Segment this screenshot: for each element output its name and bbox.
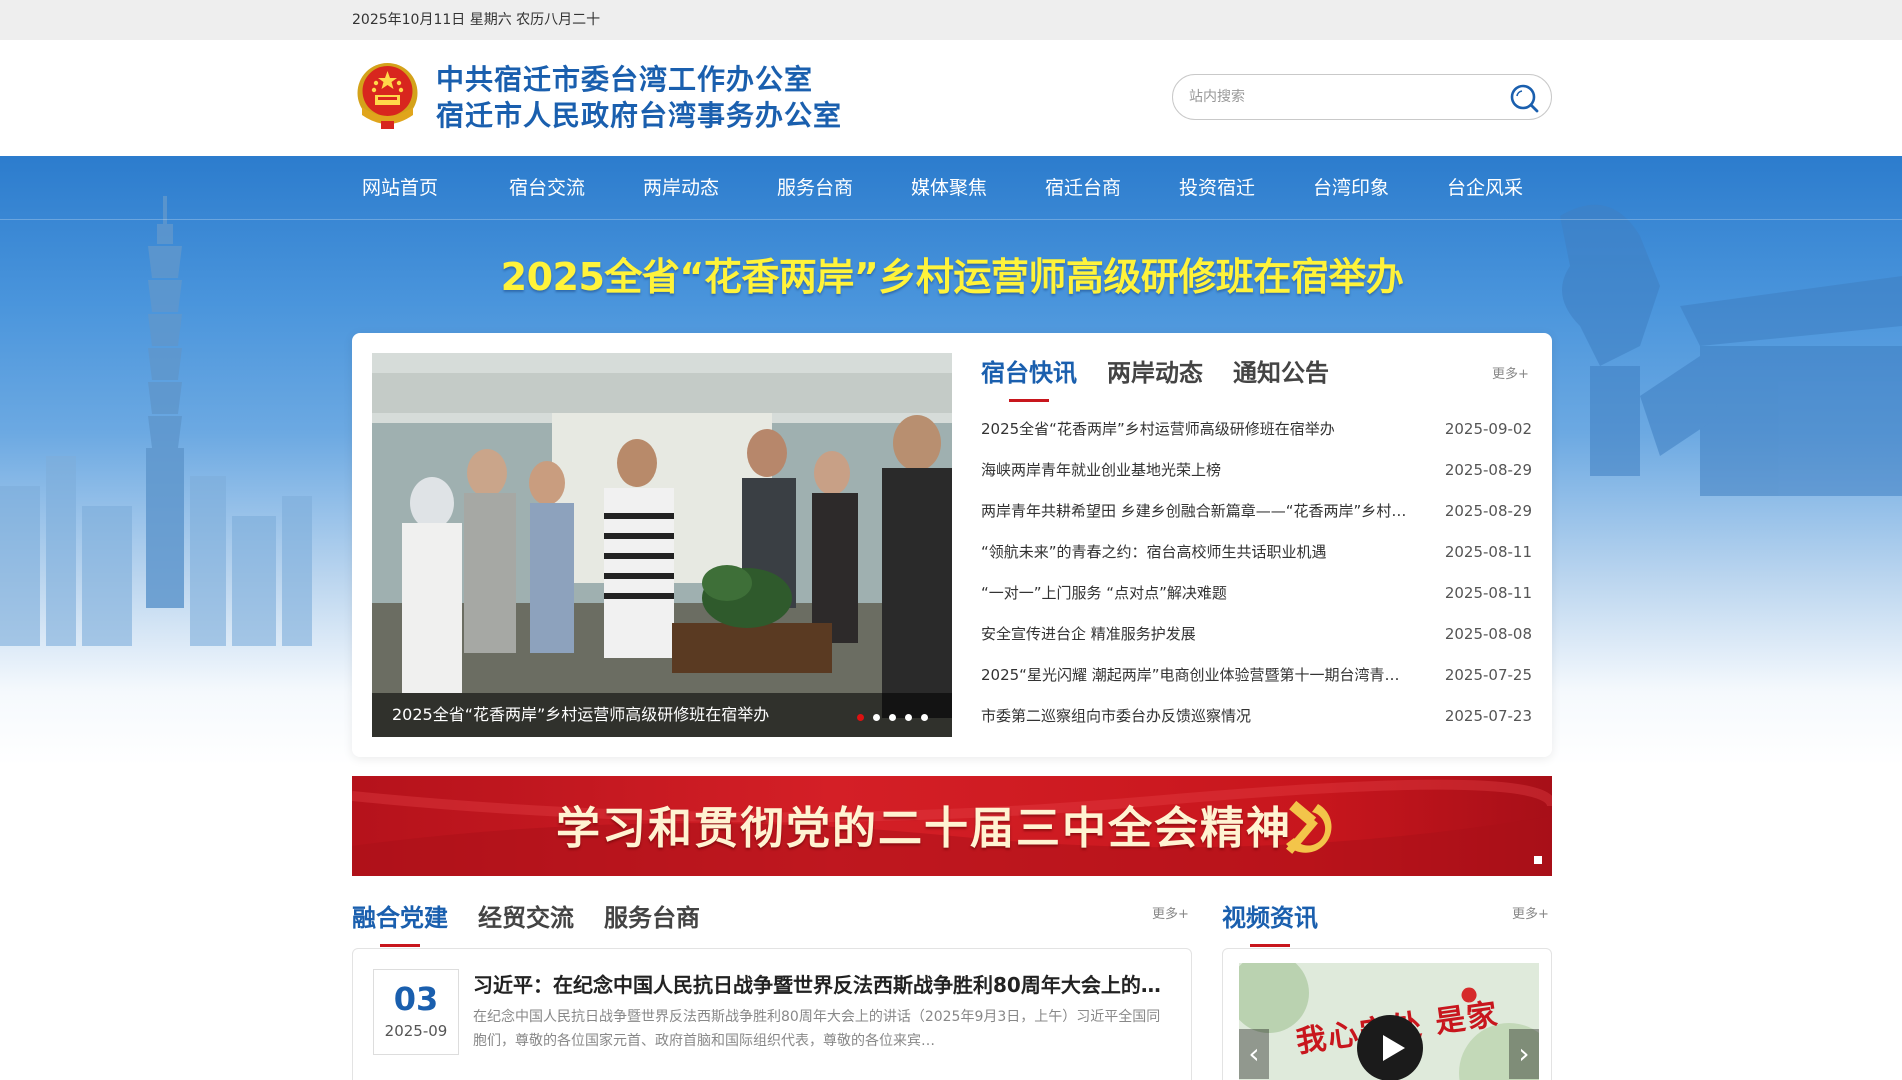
article-year-month: 2025-09 <box>384 1022 448 1040</box>
nav-taiwan-impression[interactable]: 台湾印象 <box>1313 156 1389 220</box>
party-building-tabs: 融合党建 经贸交流 服务台商 <box>352 898 700 947</box>
news-panel: 2025全省“花香两岸”乡村运营师高级研修班在宿举办 宿台快讯 两岸动态 通知公… <box>352 333 1552 757</box>
news-title[interactable]: 2025“星光闪耀 潮起两岸”电商创业体验营暨第十一期台湾青… <box>981 655 1431 696</box>
site-title[interactable]: 中共宿迁市委台湾工作办公室 宿迁市人民政府台湾事务办公室 <box>436 62 842 134</box>
news-title[interactable]: 两岸青年共耕希望田 乡建乡创融合新篇章——“花香两岸”乡村… <box>981 491 1431 532</box>
list-item[interactable]: 市委第二巡察组向市委台办反馈巡察情况 2025-07-23 <box>981 696 1532 737</box>
news-date: 2025-07-25 <box>1444 666 1532 684</box>
news-title[interactable]: 2025全省“花香两岸”乡村运营师高级研修班在宿举办 <box>981 409 1431 450</box>
tab-sutai-news[interactable]: 宿台快讯 <box>981 353 1077 402</box>
list-item[interactable]: 两岸青年共耕希望田 乡建乡创融合新篇章——“花香两岸”乡村… 2025-08-29 <box>981 491 1532 532</box>
video-thumbnail[interactable]: 我心安处 是家 <box>1239 963 1539 1080</box>
tab-party-building[interactable]: 融合党建 <box>352 898 448 947</box>
news-title[interactable]: “领航未来”的青春之约：宿台高校师生共话职业机遇 <box>981 532 1431 573</box>
news-title[interactable]: 安全宣传进台企 精准服务护发展 <box>981 614 1431 655</box>
hammer-sickle-icon <box>1286 800 1332 854</box>
news-date: 2025-08-29 <box>1444 502 1532 520</box>
nav-media-focus[interactable]: 媒体聚焦 <box>911 156 987 220</box>
banner-indicator[interactable] <box>1534 856 1542 864</box>
video-card: 我心安处 是家 ‹ › <box>1222 948 1552 1080</box>
national-emblem-icon[interactable] <box>352 59 423 133</box>
play-icon[interactable] <box>1357 1015 1423 1080</box>
slide-dot-4[interactable] <box>905 714 912 721</box>
slide-photo <box>372 353 952 737</box>
party-more-link[interactable]: 更多+ <box>1152 903 1189 922</box>
nav-suqian-taiwan-business[interactable]: 宿迁台商 <box>1045 156 1121 220</box>
search-input[interactable] <box>1189 75 1489 119</box>
article-day: 03 <box>393 980 439 1018</box>
article-summary: 在纪念中国人民抗日战争暨世界反法西斯战争胜利80周年大会上的讲话（2025年9月… <box>473 1009 1161 1049</box>
article-title[interactable]: 习近平：在纪念中国人民抗日战争暨世界反法西斯战争胜利80周年大会上的… <box>473 969 1163 998</box>
current-date: 2025年10月11日 星期六 农历八月二十 <box>352 12 601 28</box>
list-item[interactable]: 海峡两岸青年就业创业基地光荣上榜 2025-08-29 <box>981 450 1532 491</box>
chevron-right-icon: › <box>1518 1037 1530 1070</box>
tab-cross-strait[interactable]: 两岸动态 <box>1107 353 1203 402</box>
list-item[interactable]: “领航未来”的青春之约：宿台高校师生共话职业机遇 2025-08-11 <box>981 532 1532 573</box>
top-bar: 2025年10月11日 星期六 农历八月二十 <box>0 0 1902 40</box>
tab-serve-business[interactable]: 服务台商 <box>604 898 700 947</box>
slide-dot-2[interactable] <box>873 714 880 721</box>
slide-dot-3[interactable] <box>889 714 896 721</box>
news-date: 2025-08-08 <box>1444 625 1532 643</box>
nav-cross-strait-news[interactable]: 两岸动态 <box>643 156 719 220</box>
site-title-line1: 中共宿迁市委台湾工作办公室 <box>436 63 814 96</box>
party-study-banner[interactable]: 学习和贯彻党的二十届三中全会精神 <box>352 776 1552 876</box>
video-next-button[interactable]: › <box>1509 1029 1539 1079</box>
news-date: 2025-09-02 <box>1444 420 1532 438</box>
news-date: 2025-07-23 <box>1444 707 1532 725</box>
featured-article-card: 03 2025-09 习近平：在纪念中国人民抗日战争暨世界反法西斯战争胜利80周… <box>352 948 1192 1080</box>
news-title[interactable]: 海峡两岸青年就业创业基地光荣上榜 <box>981 450 1431 491</box>
tab-trade-exchange[interactable]: 经贸交流 <box>478 898 574 947</box>
news-date: 2025-08-29 <box>1444 461 1532 479</box>
slide-dot-5[interactable] <box>921 714 928 721</box>
headline-link[interactable]: 2025全省“花香两岸”乡村运营师高级研修班在宿举办 <box>352 246 1552 301</box>
article-date-box: 03 2025-09 <box>373 969 459 1055</box>
news-list: 2025全省“花香两岸”乡村运营师高级研修班在宿举办 2025-09-02 海峡两… <box>981 409 1532 737</box>
news-tabs: 宿台快讯 两岸动态 通知公告 <box>981 353 1329 402</box>
site-title-line2: 宿迁市人民政府台湾事务办公室 <box>436 99 843 132</box>
news-date: 2025-08-11 <box>1444 543 1532 561</box>
nav-taiwan-enterprises[interactable]: 台企风采 <box>1447 156 1523 220</box>
video-prev-button[interactable]: ‹ <box>1239 1029 1269 1079</box>
nav-home[interactable]: 网站首页 <box>362 156 438 220</box>
news-date: 2025-08-11 <box>1444 584 1532 602</box>
news-title[interactable]: “一对一”上门服务 “点对点”解决难题 <box>981 573 1431 614</box>
main-nav: 网站首页 宿台交流 两岸动态 服务台商 媒体聚焦 宿迁台商 投资宿迁 台湾印象 … <box>0 156 1902 220</box>
slide-dots <box>857 714 928 721</box>
chevron-left-icon: ‹ <box>1248 1037 1260 1070</box>
nav-serve-taiwan-business[interactable]: 服务台商 <box>777 156 853 220</box>
nav-sutai-exchange[interactable]: 宿台交流 <box>509 156 585 220</box>
news-title[interactable]: 市委第二巡察组向市委台办反馈巡察情况 <box>981 696 1431 737</box>
news-slideshow[interactable]: 2025全省“花香两岸”乡村运营师高级研修班在宿举办 <box>372 353 952 737</box>
site-header: 中共宿迁市委台湾工作办公室 宿迁市人民政府台湾事务办公室 <box>0 40 1902 156</box>
banner-text: 学习和贯彻党的二十届三中全会精神 <box>556 803 1292 854</box>
list-item[interactable]: “一对一”上门服务 “点对点”解决难题 2025-08-11 <box>981 573 1532 614</box>
tab-video-news[interactable]: 视频资讯 <box>1222 898 1318 947</box>
list-item[interactable]: 2025“星光闪耀 潮起两岸”电商创业体验营暨第十一期台湾青… 2025-07-2… <box>981 655 1532 696</box>
tab-notices[interactable]: 通知公告 <box>1233 353 1329 402</box>
video-section-header: 视频资讯 <box>1222 898 1318 947</box>
news-more-link[interactable]: 更多+ <box>1492 363 1529 382</box>
list-item[interactable]: 安全宣传进台企 精准服务护发展 2025-08-08 <box>981 614 1532 655</box>
list-item[interactable]: 2025全省“花香两岸”乡村运营师高级研修班在宿举办 2025-09-02 <box>981 409 1532 450</box>
video-more-link[interactable]: 更多+ <box>1512 903 1549 922</box>
search-icon[interactable] <box>1509 83 1539 113</box>
search-box <box>1172 74 1552 120</box>
nav-invest-suqian[interactable]: 投资宿迁 <box>1179 156 1255 220</box>
slide-dot-1[interactable] <box>857 714 864 721</box>
